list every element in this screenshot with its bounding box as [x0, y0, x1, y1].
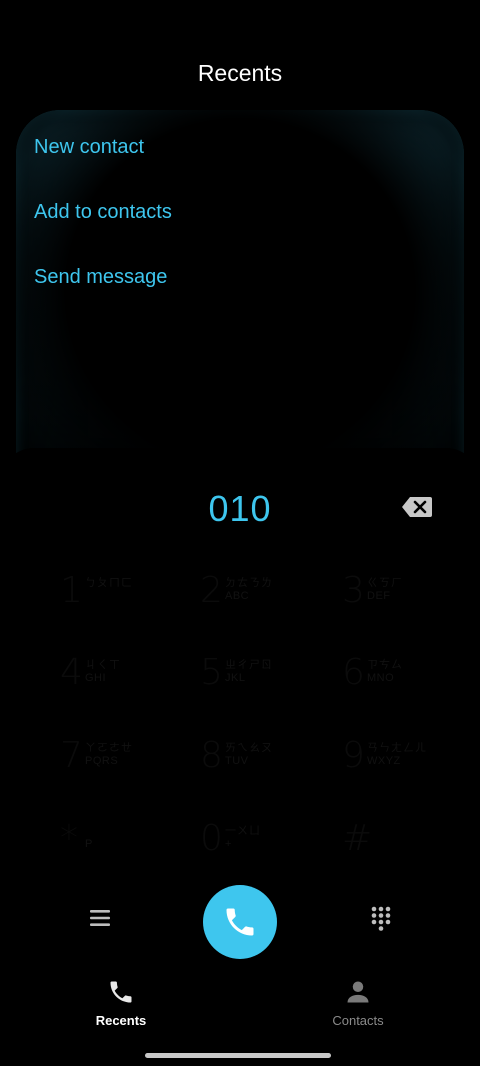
key-digit: 8	[200, 735, 223, 776]
key-5[interactable]: 5 ㄓㄔㄕㄖ JKL	[200, 652, 350, 722]
key-bopomofo: ㄅㄆㄇㄈ	[85, 577, 133, 589]
key-3[interactable]: 3 ㄍㄎㄏ DEF	[342, 570, 480, 640]
key-bopomofo: ㄉㄊㄋㄌ	[225, 577, 273, 589]
key-9[interactable]: 9 ㄢㄣㄤㄥㄦ WXYZ	[342, 735, 480, 805]
page-title: Recents	[197, 60, 283, 86]
key-bopomofo: ㄍㄎㄏ	[367, 577, 403, 589]
key-digit: *	[60, 818, 78, 859]
nav-recents-label: Recents	[95, 1013, 147, 1028]
call-button[interactable]	[203, 885, 277, 959]
phone-icon	[226, 908, 254, 936]
key-digit: #	[342, 818, 373, 859]
key-letters: ABC	[225, 590, 250, 602]
dialpad-icon[interactable]	[366, 903, 396, 933]
key-2[interactable]: 2 ㄉㄊㄋㄌ ABC	[200, 570, 350, 640]
key-letters: GHI	[85, 672, 107, 684]
key-digit: 3	[342, 570, 365, 611]
key-letters: JKL	[225, 672, 246, 684]
nav-contacts-label: Contacts	[332, 1013, 384, 1028]
home-indicator[interactable]	[145, 1053, 331, 1058]
menu-list-icon[interactable]	[86, 904, 114, 932]
key-6[interactable]: 6 ㄗㄘㄙ MNO	[342, 652, 480, 722]
key-letters: +	[225, 838, 232, 850]
key-bopomofo: ㄢㄣㄤㄥㄦ	[367, 742, 427, 754]
person-icon	[347, 981, 369, 1003]
key-bopomofo: ㄗㄘㄙ	[367, 659, 403, 671]
key-bopomofo: ㄓㄔㄕㄖ	[225, 659, 273, 671]
phone-icon	[110, 981, 132, 1003]
key-letters: P	[85, 838, 93, 850]
key-hash[interactable]: #	[342, 818, 480, 888]
key-digit: 0	[200, 818, 223, 859]
key-digit: 5	[200, 652, 223, 693]
key-0[interactable]: 0 一ㄨㄩ +	[200, 818, 350, 888]
key-7[interactable]: 7 ㄚㄛㄜㄝ PQRS	[60, 735, 210, 805]
new-contact-option[interactable]: New contact	[34, 136, 144, 159]
nav-recents-tab[interactable]: Recents	[61, 978, 181, 1028]
key-letters: MNO	[367, 672, 395, 684]
key-digit: 4	[60, 652, 83, 693]
key-8[interactable]: 8 ㄞㄟㄠㄡ TUV	[200, 735, 350, 805]
key-bopomofo: ㄐㄑㄒ	[85, 659, 121, 671]
key-bopomofo: ㄞㄟㄠㄡ	[225, 742, 273, 754]
key-letters: TUV	[225, 755, 249, 767]
key-letters: PQRS	[85, 755, 119, 767]
key-digit: 2	[200, 570, 223, 611]
nav-contacts-tab[interactable]: Contacts	[298, 978, 418, 1028]
key-digit: 9	[342, 735, 365, 776]
key-1[interactable]: 1 ㄅㄆㄇㄈ	[60, 570, 210, 640]
key-letters: DEF	[367, 590, 391, 602]
add-to-contacts-option[interactable]: Add to contacts	[34, 201, 172, 224]
key-digit: 7	[60, 735, 83, 776]
key-letters: WXYZ	[367, 755, 401, 767]
key-digit: 1	[60, 570, 83, 611]
key-digit: 6	[342, 652, 365, 693]
key-4[interactable]: 4 ㄐㄑㄒ GHI	[60, 652, 210, 722]
key-star[interactable]: * P	[60, 818, 210, 888]
send-message-option[interactable]: Send message	[34, 266, 167, 289]
key-bopomofo: ㄚㄛㄜㄝ	[85, 742, 133, 754]
backspace-icon[interactable]	[401, 496, 433, 518]
key-bopomofo: 一ㄨㄩ	[225, 825, 261, 837]
